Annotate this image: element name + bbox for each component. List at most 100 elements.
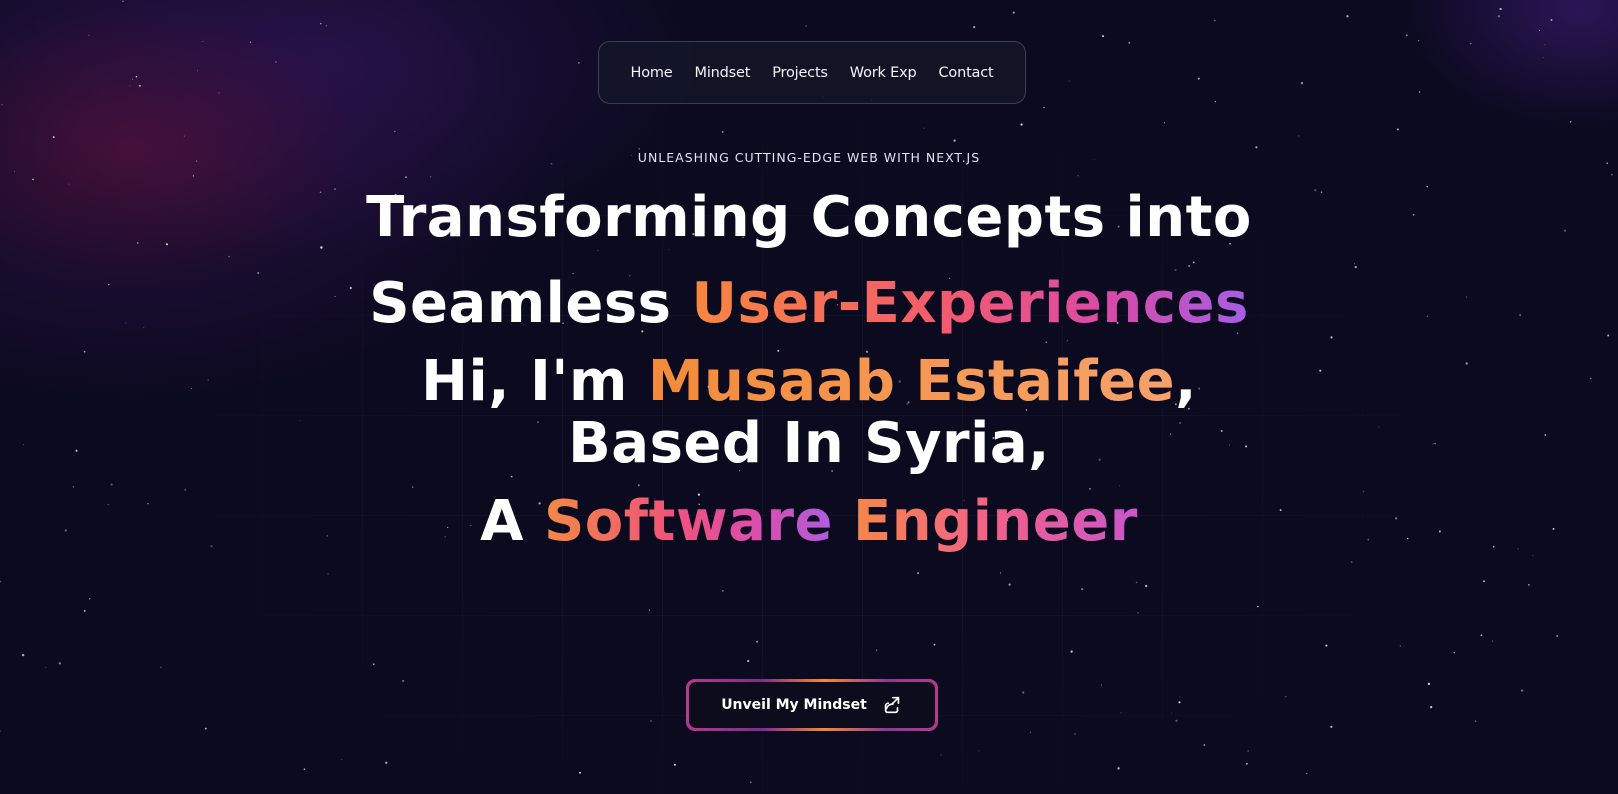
star-dot <box>218 92 220 94</box>
headline-line-3-suffix: , <box>1175 349 1197 414</box>
star-dot <box>1247 750 1249 752</box>
star-dot <box>1430 705 1433 709</box>
star-dot <box>402 679 405 682</box>
star-dot <box>1203 744 1206 746</box>
star-dot <box>973 25 976 29</box>
star-dot <box>1427 682 1431 686</box>
star-dot <box>875 649 878 651</box>
star-dot <box>1346 15 1349 18</box>
star-dot <box>192 175 195 177</box>
headline-highlight-user-experiences: User-Experiences <box>691 271 1249 336</box>
star-dot <box>160 666 162 668</box>
star-dot <box>1100 684 1103 686</box>
star-dot <box>1610 173 1613 176</box>
star-dot <box>52 136 55 139</box>
star-dot <box>1137 612 1139 614</box>
star-dot <box>1214 20 1216 22</box>
star-dot <box>978 750 980 752</box>
star-dot <box>45 667 47 668</box>
share-arrow-icon <box>884 696 900 714</box>
star-dot <box>1255 146 1258 149</box>
star-dot <box>1569 120 1572 123</box>
star-dot <box>578 62 580 64</box>
unveil-mindset-button[interactable]: Unveil My Mindset <box>686 679 938 731</box>
top-navbar: Home Mindset Projects Work Exp Contact <box>598 41 1026 104</box>
headline-line-3-text: Hi, I'm <box>421 349 648 414</box>
nav-link-contact[interactable]: Contact <box>938 65 993 81</box>
star-dot <box>1257 605 1259 608</box>
star-dot <box>1020 123 1023 126</box>
star-dot <box>1528 584 1530 586</box>
star-dot <box>1539 30 1541 32</box>
hero-page: Home Mindset Projects Work Exp Contact U… <box>0 0 1618 794</box>
star-dot <box>1145 584 1148 588</box>
star-dot <box>1043 106 1045 109</box>
headline-line-4: Based In Syria, <box>568 411 1050 476</box>
star-dot <box>83 609 86 612</box>
star-dot <box>373 663 375 665</box>
star-dot <box>58 662 62 665</box>
star-dot <box>1077 175 1079 177</box>
nav-link-projects[interactable]: Projects <box>772 65 828 81</box>
star-dot <box>1520 689 1524 692</box>
star-dot <box>129 85 131 87</box>
star-dot <box>1474 720 1477 722</box>
star-dot <box>1178 701 1181 704</box>
star-dot <box>933 643 936 646</box>
star-dot <box>1245 762 1248 765</box>
star-dot <box>327 573 329 575</box>
star-dot <box>756 640 759 643</box>
star-dot <box>1325 644 1328 647</box>
star-dot <box>747 659 750 663</box>
nav-link-mindset[interactable]: Mindset <box>695 65 751 81</box>
star-dot <box>183 135 185 137</box>
star-dot <box>1068 80 1070 82</box>
star-dot <box>1453 652 1455 654</box>
star-dot <box>953 139 956 142</box>
headline-line-5-text: A <box>480 489 544 554</box>
star-dot <box>649 720 653 723</box>
headline-line-5-space <box>833 489 853 554</box>
star-dot <box>320 22 322 25</box>
star-dot <box>1175 719 1178 722</box>
hero-tagline: UNLEASHING CUTTING-EDGE WEB WITH NEXT.JS <box>637 150 981 165</box>
star-dot <box>1556 635 1559 637</box>
nav-link-work-exp[interactable]: Work Exp <box>850 65 917 81</box>
star-dot <box>135 75 138 78</box>
headline-line-1: Transforming Concepts into <box>366 185 1252 250</box>
headline-line-2-text: Seamless <box>369 271 692 336</box>
star-dot <box>1298 135 1300 137</box>
star-dot <box>999 572 1002 574</box>
star-dot <box>805 25 807 27</box>
star-dot <box>1008 583 1011 586</box>
star-dot <box>648 609 651 611</box>
star-dot <box>1418 40 1420 42</box>
star-dot <box>1214 101 1216 103</box>
nav-link-home[interactable]: Home <box>630 65 672 81</box>
star-dot <box>1418 91 1421 93</box>
star-dot <box>1164 122 1165 124</box>
star-dot <box>1491 640 1493 642</box>
unveil-mindset-button-label: Unveil My Mindset <box>721 697 867 713</box>
star-dot <box>122 0 124 3</box>
star-dot <box>1480 634 1483 637</box>
star-dot <box>1542 57 1544 59</box>
star-dot <box>1012 11 1015 14</box>
star-dot <box>22 653 25 657</box>
star-dot <box>204 727 207 730</box>
star-dot <box>721 130 724 133</box>
headline-highlight-engineer: Engineer <box>853 489 1138 554</box>
star-dot <box>0 580 2 583</box>
star-dot <box>1192 261 1195 264</box>
star-dot <box>341 758 343 760</box>
star-dot <box>1550 18 1553 22</box>
star-dot <box>0 730 1 732</box>
star-dot <box>1066 340 1068 342</box>
star-dot <box>1030 731 1032 733</box>
star-dot <box>1022 691 1025 694</box>
headline-line-2: Seamless User-Experiences <box>0 268 1618 340</box>
star-dot <box>197 70 199 72</box>
star-dot <box>1102 35 1105 38</box>
unveil-mindset-button-inner[interactable]: Unveil My Mindset <box>689 682 935 728</box>
star-dot <box>940 754 942 756</box>
